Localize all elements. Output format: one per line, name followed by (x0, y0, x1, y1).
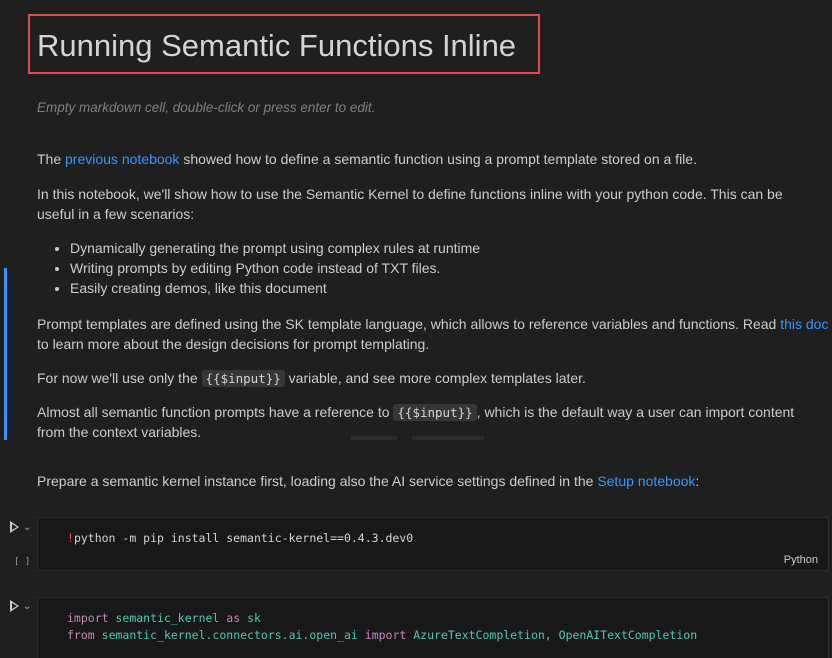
code-line: !python -m pip install semantic-kernel==… (67, 531, 413, 545)
list-item: Dynamically generating the prompt using … (70, 238, 480, 258)
code-line: import semantic_kernel as sk (67, 611, 261, 625)
shell-bang: ! (67, 531, 74, 545)
module-name: semantic_kernel (115, 611, 220, 625)
keyword: as (226, 611, 241, 625)
module-name: semantic_kernel.connectors.ai.open_ai (101, 628, 358, 642)
cell-language-label[interactable]: Python (784, 554, 818, 566)
cell-toolbar-ghost (351, 436, 397, 440)
reference-paragraph-line1: Almost all semantic function prompts hav… (37, 402, 828, 423)
chevron-down-icon[interactable]: ⌄ (23, 601, 31, 612)
run-cell-icon[interactable] (10, 521, 19, 533)
list-item: Writing prompts by editing Python code i… (70, 258, 480, 278)
previous-notebook-link[interactable]: previous notebook (65, 151, 179, 167)
execution-count: [ ] (14, 557, 31, 567)
templates-paragraph-line1: Prompt templates are defined using the S… (37, 314, 828, 334)
prepare-kernel-text-pre: Prepare a semantic kernel instance first… (37, 473, 598, 489)
prepare-kernel-text-post: : (695, 473, 700, 489)
code-line: from semantic_kernel.connectors.ai.open_… (67, 628, 697, 642)
paragraph-scenarios-line1: In this notebook, we'll show how to use … (37, 186, 783, 202)
setup-notebook-link[interactable]: Setup notebook (597, 473, 695, 489)
cell1-run-controls: ⌄ (10, 521, 31, 533)
module-alias: sk (247, 611, 261, 625)
keyword: import (67, 611, 109, 625)
reference-text-post: , which is the default way a user can im… (476, 404, 795, 420)
input-variable-text-post: variable, and see more complex templates… (284, 370, 586, 386)
list-item: Easily creating demos, like this documen… (70, 278, 480, 298)
code-cell-pip-install[interactable]: !python -m pip install semantic-kernel==… (37, 517, 829, 571)
chevron-down-icon[interactable]: ⌄ (23, 522, 31, 533)
scenarios-list: Dynamically generating the prompt using … (37, 238, 480, 298)
paragraph-scenarios-line2: useful in a few scenarios: (37, 206, 195, 222)
cell-toolbar-ghost (412, 436, 484, 440)
pip-install-command: python -m pip install semantic-kernel==0… (73, 531, 414, 545)
intro-text-pre: The (37, 151, 66, 167)
imported-names: AzureTextCompletion, OpenAITextCompletio… (413, 628, 698, 642)
inline-code-input: {{$input}} (393, 404, 477, 421)
page-title: Running Semantic Functions Inline (37, 28, 517, 63)
active-cell-indicator (4, 268, 7, 440)
code-cell-imports[interactable]: import semantic_kernel as sk from semant… (37, 597, 829, 658)
empty-markdown-cell-hint[interactable]: Empty markdown cell, double-click or pre… (37, 100, 375, 115)
intro-text-post: showed how to define a semantic function… (179, 151, 697, 167)
cell2-run-controls: ⌄ (10, 600, 31, 612)
keyword: from (67, 628, 95, 642)
inline-code-input: {{$input}} (201, 370, 285, 387)
run-cell-icon[interactable] (10, 600, 19, 612)
templates-paragraph-line2: to learn more about the design decisions… (37, 336, 430, 352)
templates-text: Prompt templates are defined using the S… (37, 316, 781, 332)
this-doc-link[interactable]: this doc (780, 316, 828, 332)
reference-text-pre: Almost all semantic function prompts hav… (37, 404, 394, 420)
keyword: import (364, 628, 407, 642)
notebook-editor: Running Semantic Functions Inline Empty … (0, 0, 832, 658)
intro-paragraph: The previous notebook showed how to defi… (37, 149, 828, 169)
input-variable-text-pre: For now we'll use only the (37, 370, 202, 386)
prepare-kernel-paragraph: Prepare a semantic kernel instance first… (37, 471, 828, 491)
input-variable-paragraph: For now we'll use only the {{$input}} va… (37, 368, 828, 389)
